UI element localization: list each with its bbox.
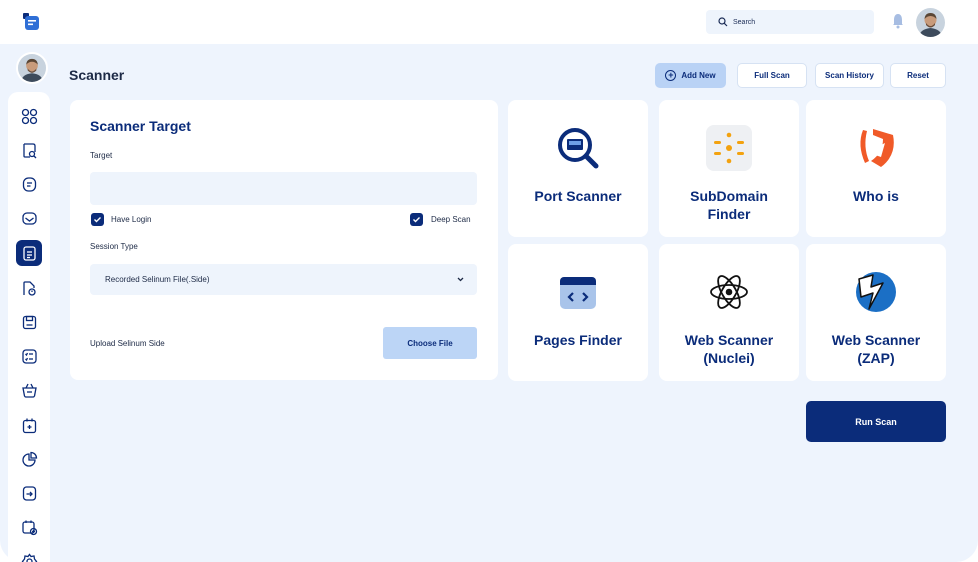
export-icon: [22, 485, 36, 501]
notification-bell-icon[interactable]: [892, 13, 904, 29]
top-bar: Search: [0, 0, 978, 44]
target-input[interactable]: [90, 172, 477, 205]
choose-file-button[interactable]: Choose File: [383, 327, 477, 359]
search-placeholder: Search: [733, 18, 756, 26]
session-type-value: Recorded Selinum File(.Side): [105, 275, 210, 284]
add-new-label: Add New: [681, 71, 716, 80]
scan-history-button[interactable]: Scan History: [815, 63, 884, 88]
scanner-target-title: Scanner Target: [90, 118, 191, 134]
tool-card-whois[interactable]: Who is: [806, 100, 946, 237]
sidebar-avatar[interactable]: [16, 52, 48, 84]
dashboard-icon: [21, 108, 37, 124]
checkmark-icon: [413, 217, 420, 223]
sidebar-item-export[interactable]: [16, 480, 42, 506]
tool-name: Who is: [853, 188, 899, 204]
tool-name: Web Scanner (Nuclei): [684, 332, 774, 366]
sidebar-item-dashboard[interactable]: [16, 103, 42, 129]
pie-chart-icon: [21, 451, 37, 467]
deep-scan-label: Deep Scan: [431, 215, 471, 224]
plus-circle-icon: +: [665, 70, 677, 81]
save-icon: [22, 315, 36, 329]
sidebar-item-search-doc[interactable]: [16, 137, 42, 163]
target-label: Target: [90, 151, 113, 160]
tool-name: SubDomain Finder: [690, 188, 768, 222]
calendar-add-icon: [21, 520, 37, 535]
tool-card-subdomain-finder[interactable]: SubDomain Finder: [659, 100, 799, 237]
run-scan-button[interactable]: Run Scan: [806, 401, 946, 442]
document-icon: [22, 176, 36, 192]
sidebar-item-basket[interactable]: [16, 377, 42, 403]
scan-history-label: Scan History: [825, 71, 874, 80]
checkmark-icon: [94, 217, 101, 223]
basket-icon: [21, 383, 37, 398]
checklist-icon: [21, 348, 37, 364]
add-new-button[interactable]: + Add New: [655, 63, 726, 88]
sidebar-item-settings[interactable]: [16, 548, 42, 562]
tool-card-web-scanner-nuclei[interactable]: Web Scanner (Nuclei): [659, 244, 799, 381]
pages-finder-icon: [554, 268, 602, 316]
tool-name: Web Scanner (ZAP): [831, 332, 921, 366]
search-input[interactable]: Search: [706, 10, 874, 34]
tool-card-pages-finder[interactable]: Pages Finder: [508, 244, 648, 381]
avatar-image: [18, 54, 46, 82]
sidebar-nav: [8, 92, 50, 562]
tool-name: Pages Finder: [534, 332, 622, 348]
zap-icon: [852, 268, 900, 316]
sidebar-item-calendar-plus[interactable]: [16, 412, 42, 438]
have-login-checkbox[interactable]: [91, 213, 104, 226]
deep-scan-checkbox[interactable]: [410, 213, 423, 226]
full-scan-label: Full Scan: [754, 71, 790, 80]
upload-label: Upload Selinum Side: [90, 339, 165, 348]
chevron-down-icon: [457, 277, 464, 282]
port-scanner-icon: [554, 124, 602, 172]
sidebar-item-pie-chart[interactable]: [16, 446, 42, 472]
calendar-plus-icon: [22, 418, 36, 433]
sidebar-item-mail[interactable]: [16, 205, 42, 231]
whois-icon: [852, 124, 900, 172]
page-title: Scanner: [69, 67, 125, 83]
settings-icon: [21, 552, 37, 562]
search-icon: [718, 17, 728, 27]
avatar-image: [916, 8, 945, 37]
subdomain-finder-icon: [705, 124, 753, 172]
reset-label: Reset: [907, 71, 929, 80]
search-doc-icon: [22, 142, 36, 158]
sidebar-item-scanner[interactable]: [16, 240, 42, 266]
sidebar-item-checklist[interactable]: [16, 343, 42, 369]
have-login-label: Have Login: [111, 215, 152, 224]
sidebar-item-report[interactable]: [16, 275, 42, 301]
mail-icon: [21, 211, 37, 225]
sidebar-item-save[interactable]: [16, 309, 42, 335]
scanner-doc-icon: [22, 245, 36, 261]
app-logo-icon[interactable]: [22, 12, 42, 32]
atom-icon: [705, 268, 753, 316]
tool-name: Port Scanner: [534, 188, 622, 204]
user-avatar[interactable]: [916, 8, 945, 37]
sidebar-item-calendar-add[interactable]: [16, 514, 42, 540]
session-type-label: Session Type: [90, 242, 138, 251]
reset-button[interactable]: Reset: [890, 63, 946, 88]
scanner-target-card: Scanner Target Target Have Login Deep Sc…: [70, 100, 498, 380]
tool-card-web-scanner-zap[interactable]: Web Scanner (ZAP): [806, 244, 946, 381]
full-scan-button[interactable]: Full Scan: [737, 63, 807, 88]
report-icon: [22, 280, 36, 296]
sidebar-item-document[interactable]: [16, 171, 42, 197]
session-type-select[interactable]: Recorded Selinum File(.Side): [90, 264, 477, 295]
tool-card-port-scanner[interactable]: Port Scanner: [508, 100, 648, 237]
